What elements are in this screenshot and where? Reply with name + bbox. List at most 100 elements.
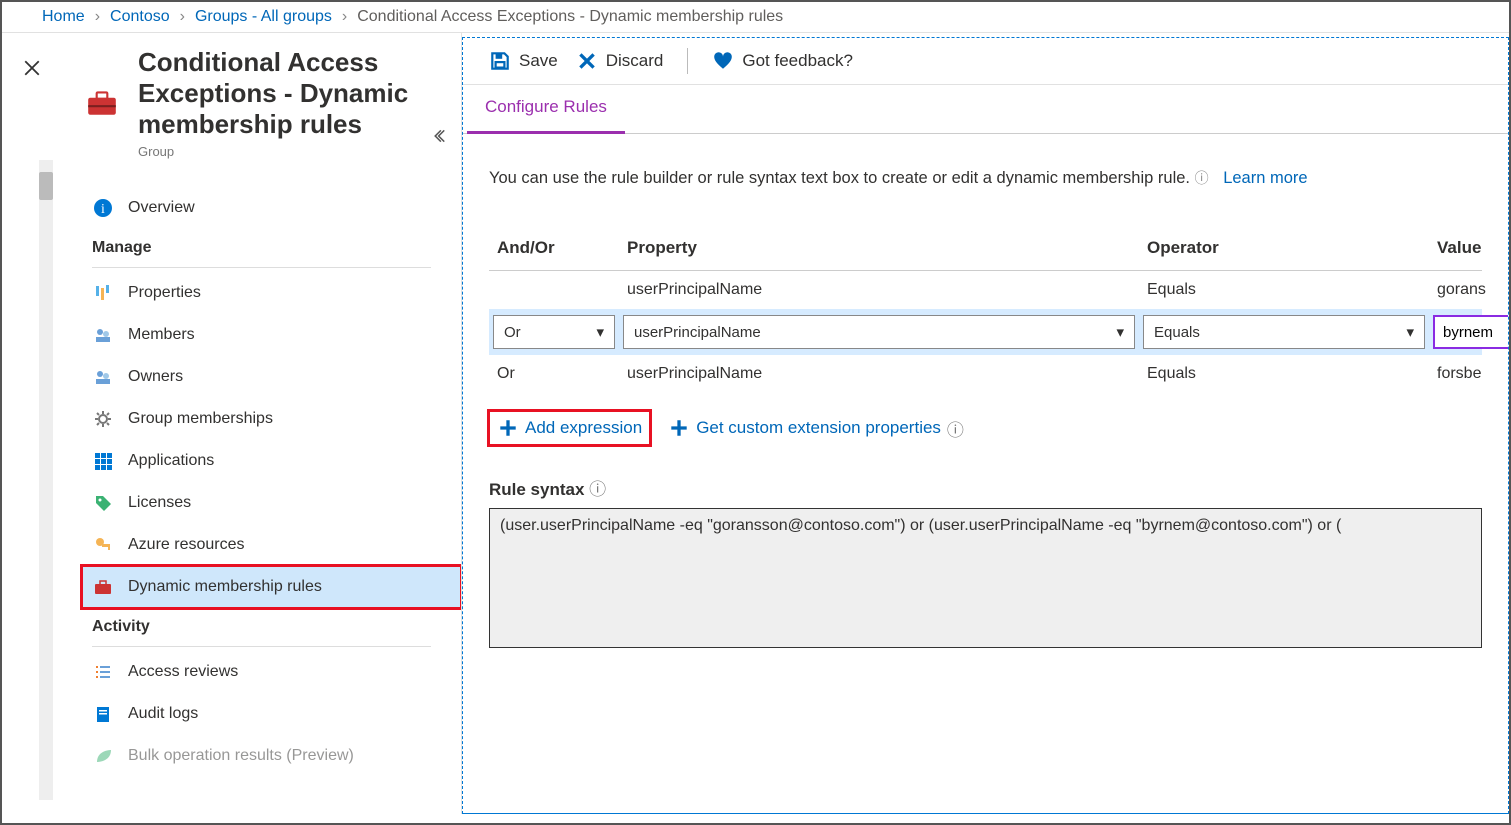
sidebar-item-label: Bulk operation results (Preview) — [128, 747, 354, 765]
rule-row[interactable]: Or userPrincipalName Equals forsbe — [489, 355, 1482, 393]
rule-syntax-label: Rule syntax ⓘ — [489, 475, 1482, 500]
page-subtype: Group — [138, 144, 451, 159]
sidebar-item-overview[interactable]: i Overview — [82, 187, 461, 229]
tag-icon — [92, 492, 114, 514]
close-blade-column — [2, 33, 62, 814]
chevron-down-icon: ▾ — [1116, 323, 1124, 341]
cell-property: userPrincipalName — [619, 271, 1139, 310]
add-expression-button[interactable]: Add expression — [489, 411, 650, 445]
operator-select[interactable]: Equals ▾ — [1143, 315, 1425, 349]
sidebar-item-applications[interactable]: Applications — [82, 440, 461, 482]
intro-text: You can use the rule builder or rule syn… — [489, 168, 1482, 188]
sidebar-item-dynamic-membership-rules[interactable]: Dynamic membership rules — [82, 566, 461, 608]
info-icon[interactable]: ⓘ — [589, 480, 606, 499]
chevron-right-icon: › — [95, 8, 100, 26]
value-input[interactable] — [1433, 315, 1508, 349]
people-icon — [92, 324, 114, 346]
sidebar-section-manage: Manage — [82, 229, 461, 265]
toolbar-separator — [687, 48, 688, 74]
sidebar-item-label: Owners — [128, 368, 183, 386]
sidebar-item-label: Members — [128, 326, 195, 344]
sidebar-item-group-memberships[interactable]: Group memberships — [82, 398, 461, 440]
learn-more-link[interactable]: Learn more — [1223, 169, 1307, 187]
book-icon — [92, 703, 114, 725]
briefcase-icon — [82, 83, 122, 123]
sidebar-item-label: Applications — [128, 452, 214, 470]
property-select[interactable]: userPrincipalName ▾ — [623, 315, 1135, 349]
add-expression-label: Add expression — [525, 418, 642, 438]
sidebar-item-owners[interactable]: Owners — [82, 356, 461, 398]
save-button[interactable]: Save — [489, 50, 558, 72]
feedback-label: Got feedback? — [742, 51, 853, 71]
sliders-icon — [92, 282, 114, 304]
info-icon: i — [92, 197, 114, 219]
sidebar-item-bulk-operation-results[interactable]: Bulk operation results (Preview) — [82, 735, 461, 777]
breadcrumb: Home › Contoso › Groups - All groups › C… — [2, 2, 1509, 33]
sidebar-item-label: Group memberships — [128, 410, 273, 428]
people-icon — [92, 366, 114, 388]
toolbar: Save Discard Got feedback? — [463, 38, 1508, 85]
chevron-down-icon: ▾ — [1406, 323, 1414, 341]
cell-andor: Or — [489, 355, 619, 393]
sidebar-item-label: Properties — [128, 284, 201, 302]
col-header-andor: And/Or — [489, 228, 619, 271]
info-icon[interactable]: ⓘ — [947, 416, 964, 441]
cell-operator: Equals — [1139, 271, 1429, 310]
discard-label: Discard — [606, 51, 664, 71]
sidebar: i Overview Manage Properties Members Own… — [62, 167, 461, 777]
chevron-down-icon: ▾ — [596, 323, 604, 341]
cell-value: forsbe — [1429, 355, 1482, 393]
sidebar-item-label: Dynamic membership rules — [128, 578, 322, 596]
sidebar-item-label: Audit logs — [128, 705, 198, 723]
sidebar-item-label: Azure resources — [128, 536, 245, 554]
cell-andor — [489, 271, 619, 310]
col-header-operator: Operator — [1139, 228, 1429, 271]
cell-operator: Equals — [1139, 355, 1429, 393]
gear-icon — [92, 408, 114, 430]
chevron-right-icon: › — [180, 8, 185, 26]
breadcrumb-current: Conditional Access Exceptions - Dynamic … — [357, 8, 783, 26]
scrollbar-thumb[interactable] — [39, 172, 53, 200]
sidebar-item-properties[interactable]: Properties — [82, 272, 461, 314]
divider — [92, 646, 431, 647]
tab-configure-rules[interactable]: Configure Rules — [467, 85, 625, 134]
cell-value: gorans — [1429, 271, 1482, 310]
scrollbar-track — [39, 160, 53, 800]
rule-table: And/Or Property Operator Value userPrinc… — [489, 228, 1482, 393]
leaf-icon — [92, 745, 114, 767]
grid-icon — [92, 450, 114, 472]
divider — [92, 267, 431, 268]
sidebar-item-azure-resources[interactable]: Azure resources — [82, 524, 461, 566]
col-header-property: Property — [619, 228, 1139, 271]
info-icon[interactable]: ⓘ — [1195, 170, 1209, 186]
rule-syntax-textbox[interactable] — [489, 508, 1482, 648]
get-custom-extension-properties-button[interactable]: Get custom extension properties ⓘ — [668, 416, 964, 441]
save-label: Save — [519, 51, 558, 71]
sidebar-item-members[interactable]: Members — [82, 314, 461, 356]
tabs: Configure Rules — [463, 85, 1508, 134]
briefcase-icon — [92, 576, 114, 598]
sidebar-item-label: Licenses — [128, 494, 191, 512]
rule-row[interactable]: userPrincipalName Equals gorans — [489, 271, 1482, 310]
breadcrumb-contoso[interactable]: Contoso — [110, 8, 170, 26]
discard-button[interactable]: Discard — [576, 50, 664, 72]
sidebar-item-label: Overview — [128, 199, 195, 217]
page-title: Conditional Access Exceptions - Dynamic … — [138, 47, 451, 140]
content-panel: Save Discard Got feedback? Configure Rul… — [462, 37, 1509, 814]
cell-property: userPrincipalName — [619, 355, 1139, 393]
sidebar-item-access-reviews[interactable]: Access reviews — [82, 651, 461, 693]
sidebar-item-label: Access reviews — [128, 663, 238, 681]
breadcrumb-groups[interactable]: Groups - All groups — [195, 8, 332, 26]
andor-select[interactable]: Or ▾ — [493, 315, 615, 349]
sidebar-section-activity: Activity — [82, 608, 461, 644]
sidebar-item-audit-logs[interactable]: Audit logs — [82, 693, 461, 735]
get-ext-props-label: Get custom extension properties — [696, 418, 941, 438]
key-icon — [92, 534, 114, 556]
feedback-button[interactable]: Got feedback? — [712, 50, 853, 72]
rule-row-editing[interactable]: Or ▾ userPrincipalName ▾ — [489, 309, 1482, 355]
svg-text:i: i — [101, 202, 105, 217]
breadcrumb-home[interactable]: Home — [42, 8, 85, 26]
sidebar-item-licenses[interactable]: Licenses — [82, 482, 461, 524]
collapse-sidebar-icon[interactable] — [433, 127, 451, 148]
chevron-right-icon: › — [342, 8, 347, 26]
